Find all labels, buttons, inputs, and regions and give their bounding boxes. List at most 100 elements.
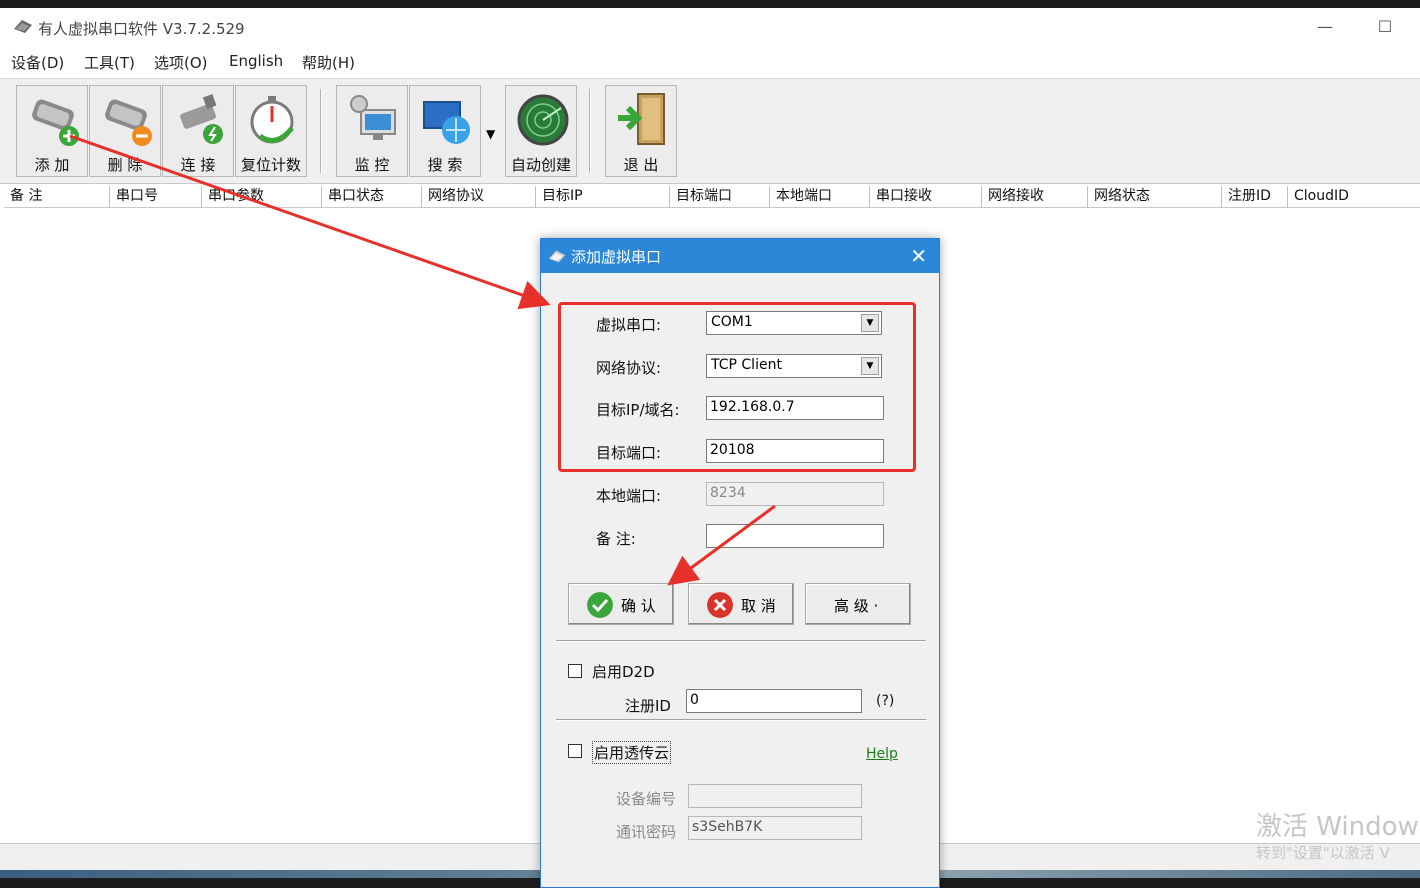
chevron-down-icon[interactable]: ▼ (861, 314, 879, 332)
app-logo-icon (548, 250, 566, 263)
window-title: 有人虚拟串口软件 V3.7.2.529 (38, 20, 245, 38)
minimize-button[interactable]: — (1305, 14, 1345, 40)
activation-watermark-hint: 转到"设置"以激活 V (1256, 844, 1390, 862)
add-port-icon (32, 99, 79, 146)
enable-d2d-label: 启用D2D (592, 663, 655, 681)
search-dropdown-icon[interactable]: ▼ (486, 127, 495, 141)
menu-device[interactable]: 设备(D) (11, 52, 64, 73)
comm-pwd-value: s3SehB7K (692, 819, 763, 835)
cancel-label: 取 消 (741, 597, 776, 615)
monitor-icon (350, 95, 396, 140)
target-ip-input[interactable]: 192.168.0.7 (706, 396, 884, 420)
menu-tools[interactable]: 工具(T) (84, 52, 135, 73)
enable-cloud-checkbox[interactable] (568, 744, 582, 758)
help-link[interactable]: Help (866, 746, 898, 762)
enable-cloud-label: 启用透传云 (592, 741, 672, 764)
column-header[interactable]: 串口参数 (202, 186, 322, 208)
advanced-button[interactable]: 高 级 · (805, 583, 911, 625)
target-port-label: 目标端口: (596, 444, 662, 462)
advanced-label: 高 级 · (834, 597, 879, 615)
reset-count-label: 复位计数 (240, 156, 301, 174)
column-header[interactable]: 目标IP (536, 186, 670, 208)
menu-help[interactable]: 帮助(H) (302, 52, 355, 73)
monitor-button[interactable]: 监 控 (336, 85, 408, 177)
column-header[interactable]: 注册ID (1222, 186, 1288, 208)
cancel-x-icon (707, 592, 733, 618)
confirm-label: 确 认 (621, 597, 656, 615)
protocol-label: 网络协议: (596, 359, 662, 377)
protocol-select[interactable]: TCP Client ▼ (706, 354, 882, 378)
delete-label: 删 除 (107, 156, 143, 174)
toolbar: 添 加 删 除 连 接 复位计数 监 控 搜 索 ▼ 自动创建 退 出 (0, 78, 1420, 184)
comm-pwd-input: s3SehB7K (688, 816, 862, 840)
add-label: 添 加 (34, 156, 70, 174)
reset-count-button[interactable]: 复位计数 (235, 85, 307, 177)
enable-d2d-checkbox[interactable] (568, 664, 582, 678)
virtual-port-select[interactable]: COM1 ▼ (706, 311, 882, 335)
target-ip-label: 目标IP/域名: (596, 401, 680, 419)
stopwatch-icon (250, 96, 294, 144)
dialog-divider (556, 719, 926, 721)
virtual-port-value: COM1 (711, 314, 753, 330)
connect-label: 连 接 (180, 156, 216, 174)
cancel-button[interactable]: 取 消 (688, 583, 794, 625)
exit-door-icon (618, 93, 665, 145)
device-no-label: 设备编号 (616, 790, 677, 808)
register-id-label: 注册ID (625, 697, 671, 715)
app-logo-icon (14, 20, 32, 33)
column-header[interactable]: 网络协议 (422, 186, 536, 208)
device-no-input (688, 784, 862, 808)
menu-options[interactable]: 选项(O) (154, 52, 208, 73)
connect-icon (180, 94, 223, 144)
menu-english[interactable]: English (229, 52, 283, 70)
local-port-input: 8234 (706, 482, 884, 506)
column-header[interactable]: 串口状态 (322, 186, 422, 208)
port-table-header: 备 注 串口号 串口参数 串口状态 网络协议 目标IP 目标端口 本地端口 串口… (4, 186, 1420, 208)
local-port-label: 本地端口: (596, 487, 662, 505)
dialog-title: 添加虚拟串口 (571, 248, 662, 266)
target-ip-value: 192.168.0.7 (710, 399, 795, 415)
protocol-value: TCP Client (711, 357, 782, 373)
add-button[interactable]: 添 加 (16, 85, 88, 177)
column-header[interactable]: 网络接收 (982, 186, 1088, 208)
column-header[interactable]: CloudID (1288, 186, 1420, 208)
maximize-button[interactable]: ☐ (1365, 14, 1405, 40)
register-id-input[interactable]: 0 (686, 689, 862, 713)
connect-button[interactable]: 连 接 (162, 85, 234, 177)
auto-create-button[interactable]: 自动创建 (505, 85, 577, 177)
dialog-divider (556, 640, 926, 642)
column-header[interactable]: 备 注 (4, 186, 110, 208)
chevron-down-icon[interactable]: ▼ (861, 357, 879, 375)
search-button[interactable]: 搜 索 (409, 85, 481, 177)
target-port-input[interactable]: 20108 (706, 439, 884, 463)
column-header[interactable]: 串口接收 (870, 186, 982, 208)
column-header[interactable]: 本地端口 (770, 186, 870, 208)
column-header[interactable]: 目标端口 (670, 186, 770, 208)
delete-port-icon (105, 99, 152, 146)
title-bar: 有人虚拟串口软件 V3.7.2.529 — ☐ (0, 8, 1420, 46)
checkmark-icon (587, 592, 613, 618)
comm-pwd-label: 通讯密码 (616, 823, 677, 841)
column-header[interactable]: 网络状态 (1088, 186, 1222, 208)
search-network-icon (423, 101, 470, 144)
search-label: 搜 索 (427, 156, 463, 174)
activation-watermark: 激活 Window (1256, 812, 1419, 842)
register-id-help[interactable]: (?) (876, 693, 894, 709)
auto-create-label: 自动创建 (510, 156, 571, 174)
radar-icon (517, 94, 569, 146)
note-input[interactable] (706, 524, 884, 548)
exit-label: 退 出 (623, 156, 659, 174)
dialog-close-button[interactable]: ✕ (910, 244, 927, 268)
local-port-value: 8234 (710, 485, 746, 501)
exit-button[interactable]: 退 出 (605, 85, 677, 177)
toolbar-separator (320, 89, 322, 173)
monitor-label: 监 控 (354, 156, 390, 174)
column-header[interactable]: 串口号 (110, 186, 202, 208)
virtual-port-label: 虚拟串口: (596, 316, 662, 334)
toolbar-separator (589, 89, 591, 173)
menu-bar: 设备(D) 工具(T) 选项(O) English 帮助(H) (0, 48, 1420, 76)
confirm-button[interactable]: 确 认 (568, 583, 674, 625)
dialog-title-bar: 添加虚拟串口 ✕ (541, 239, 939, 273)
delete-button[interactable]: 删 除 (89, 85, 161, 177)
register-id-value: 0 (690, 692, 699, 708)
